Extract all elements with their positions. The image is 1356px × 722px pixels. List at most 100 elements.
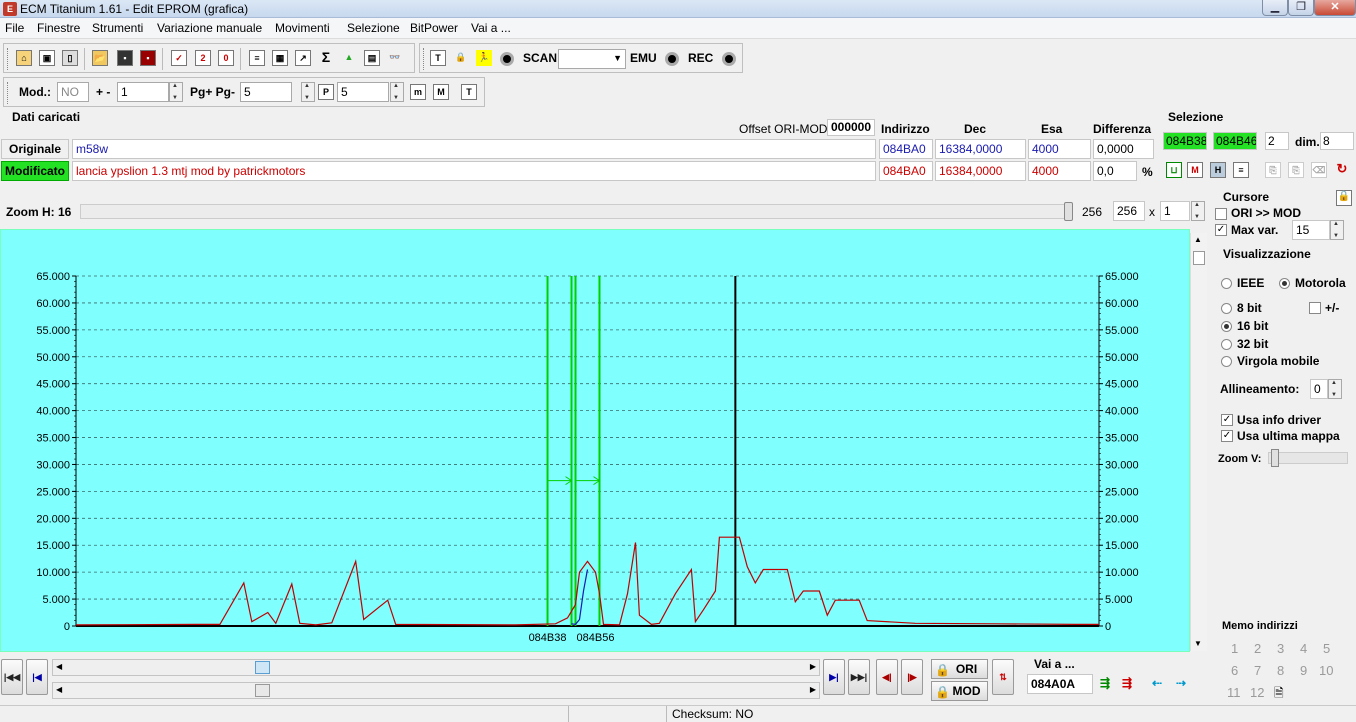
mark-right-icon[interactable]: ⇢ [1176,676,1192,692]
document-icon[interactable]: ≡ [249,50,265,66]
max-var-value[interactable]: 15 [1292,220,1330,240]
goto-ori-icon[interactable]: ⇶ [1100,676,1116,692]
menu-file[interactable]: File [5,21,24,35]
prev-diff-icon[interactable]: ◀| [876,659,898,695]
dim-value[interactable]: 8 [1320,132,1354,150]
zero-icon[interactable]: 0 [218,50,234,66]
max-var-spinner[interactable] [1330,220,1344,240]
pg-field[interactable]: 5 [240,82,292,102]
record-dot-icon[interactable] [500,52,514,66]
windows-icon[interactable]: ▣ [39,50,55,66]
menu-movimenti[interactable]: Movimenti [275,21,330,35]
memo-11[interactable]: 11 [1227,685,1241,700]
memo-8[interactable]: 8 [1277,663,1284,678]
memo-12[interactable]: 12 [1250,685,1264,700]
t2-icon[interactable]: T [461,84,477,100]
allineamento-spinner[interactable] [1328,379,1342,399]
copy-icon[interactable]: ▯ [62,50,78,66]
h-scroll-thumb[interactable] [255,661,270,674]
chart-area[interactable]: 65.000 65.000 60.000 60.000 55.000 55.000 50.0… [0,229,1190,652]
home-icon[interactable]: ⌂ [16,50,32,66]
memo-2[interactable]: 2 [1254,641,1261,656]
first-page-icon[interactable]: |◀◀ [1,659,23,695]
swap-icon[interactable]: ⇅ [992,659,1014,695]
offset-value[interactable]: 000000 [827,119,875,136]
horizontal-scrollbar-bottom[interactable]: ◀ ▶ [52,682,820,699]
scroll-thumb[interactable] [1193,251,1205,265]
pg-spinner[interactable] [301,82,315,102]
shapes-icon[interactable]: ▲ [341,50,357,66]
prev-page-icon[interactable]: |◀ [26,659,48,695]
32bit-radio[interactable] [1221,339,1232,350]
scan-select[interactable]: ▼ [558,49,626,69]
ieee-radio[interactable] [1221,278,1232,289]
p-spinner[interactable] [390,82,404,102]
run-icon[interactable]: 🏃 [476,50,492,66]
binoculars-icon[interactable]: 👓 [387,50,403,66]
zoom-value-b[interactable]: 256 [1113,201,1145,221]
ori-button[interactable]: 🔒 ORI [931,659,988,679]
save-icon[interactable]: ▪ [117,50,133,66]
memo-doc-icon[interactable]: 🗎 [1274,684,1290,700]
max-var-checkbox[interactable]: ✓ [1215,224,1227,236]
scroll-up-icon[interactable]: ▲ [1194,235,1202,244]
mark-left-icon[interactable]: ⇠ [1152,676,1168,692]
p-field[interactable]: 5 [337,82,389,102]
refresh-icon[interactable]: ↻ [1334,162,1350,178]
sel-h-icon[interactable]: H [1210,162,1226,178]
motorola-radio[interactable] [1279,278,1290,289]
restore-button[interactable]: ❐ [1288,0,1314,16]
horizontal-scrollbar-top[interactable]: ◀ ▶ [52,659,820,676]
zoom-v-track[interactable] [1268,452,1348,464]
mod-field[interactable]: NO [57,82,89,102]
zoom-mult[interactable]: 1 [1160,201,1190,221]
sel-clear-icon[interactable]: ⌫ [1311,162,1327,178]
compare-icon[interactable]: 2 [195,50,211,66]
8bit-radio[interactable] [1221,303,1232,314]
rec-dot-icon[interactable] [722,52,736,66]
next-page-icon[interactable]: ▶| [823,659,845,695]
memo-3[interactable]: 3 [1277,641,1284,656]
allineamento-value[interactable]: 0 [1310,379,1328,399]
close-button[interactable]: ✕ [1314,0,1356,16]
menu-bitpower[interactable]: BitPower [410,21,458,35]
ori-mod-checkbox[interactable] [1215,208,1227,220]
memo-1[interactable]: 1 [1231,641,1238,656]
menu-selezione[interactable]: Selezione [347,21,400,35]
vai-a-input[interactable]: 084A0A [1027,674,1093,694]
h-scroll-thumb-2[interactable] [255,684,270,697]
float-radio[interactable] [1221,356,1232,367]
signed-checkbox[interactable] [1309,302,1321,314]
menu-finestre[interactable]: Finestre [37,21,80,35]
sel-m-icon[interactable]: M [1187,162,1203,178]
t-icon[interactable]: T [430,50,446,66]
last-page-icon[interactable]: ▶▶| [848,659,870,695]
emu-dot-icon[interactable] [665,52,679,66]
memo-5[interactable]: 5 [1323,641,1330,656]
panel-lock-icon[interactable]: 🔒 [1336,190,1352,206]
sel-left-icon[interactable]: ⊔ [1166,162,1182,178]
scroll-down-icon[interactable]: ▼ [1194,639,1202,648]
calculator-icon[interactable]: ▦ [272,50,288,66]
step-spinner[interactable] [169,82,183,102]
map-icon[interactable]: ▤ [364,50,380,66]
16bit-radio[interactable] [1221,321,1232,332]
graph-icon[interactable]: ↗ [295,50,311,66]
usa-info-checkbox[interactable]: ✓ [1221,414,1233,426]
memo-6[interactable]: 6 [1231,663,1238,678]
chart[interactable]: 65.000 65.000 60.000 60.000 55.000 55.000 50.0… [1,230,1189,651]
sel-copy-icon[interactable]: ⎘ [1265,162,1281,178]
usa-ultima-checkbox[interactable]: ✓ [1221,430,1233,442]
menu-variazione-manuale[interactable]: Variazione manuale [157,21,262,35]
save-as-icon[interactable]: ▪ [140,50,156,66]
open-folder-icon[interactable]: 📂 [92,50,108,66]
goto-mod-icon[interactable]: ⇶ [1122,676,1138,692]
mod-button[interactable]: 🔒 MOD [931,681,988,701]
sel-paste-icon[interactable]: ⎘ [1288,162,1304,178]
sel-e-icon[interactable]: ≡ [1233,162,1249,178]
m2-icon[interactable]: M [433,84,449,100]
menu-vai-a[interactable]: Vai a ... [471,21,511,35]
zoom-slider-thumb[interactable] [1064,202,1073,221]
checksum-icon[interactable]: ✓ [171,50,187,66]
menu-strumenti[interactable]: Strumenti [92,21,143,35]
